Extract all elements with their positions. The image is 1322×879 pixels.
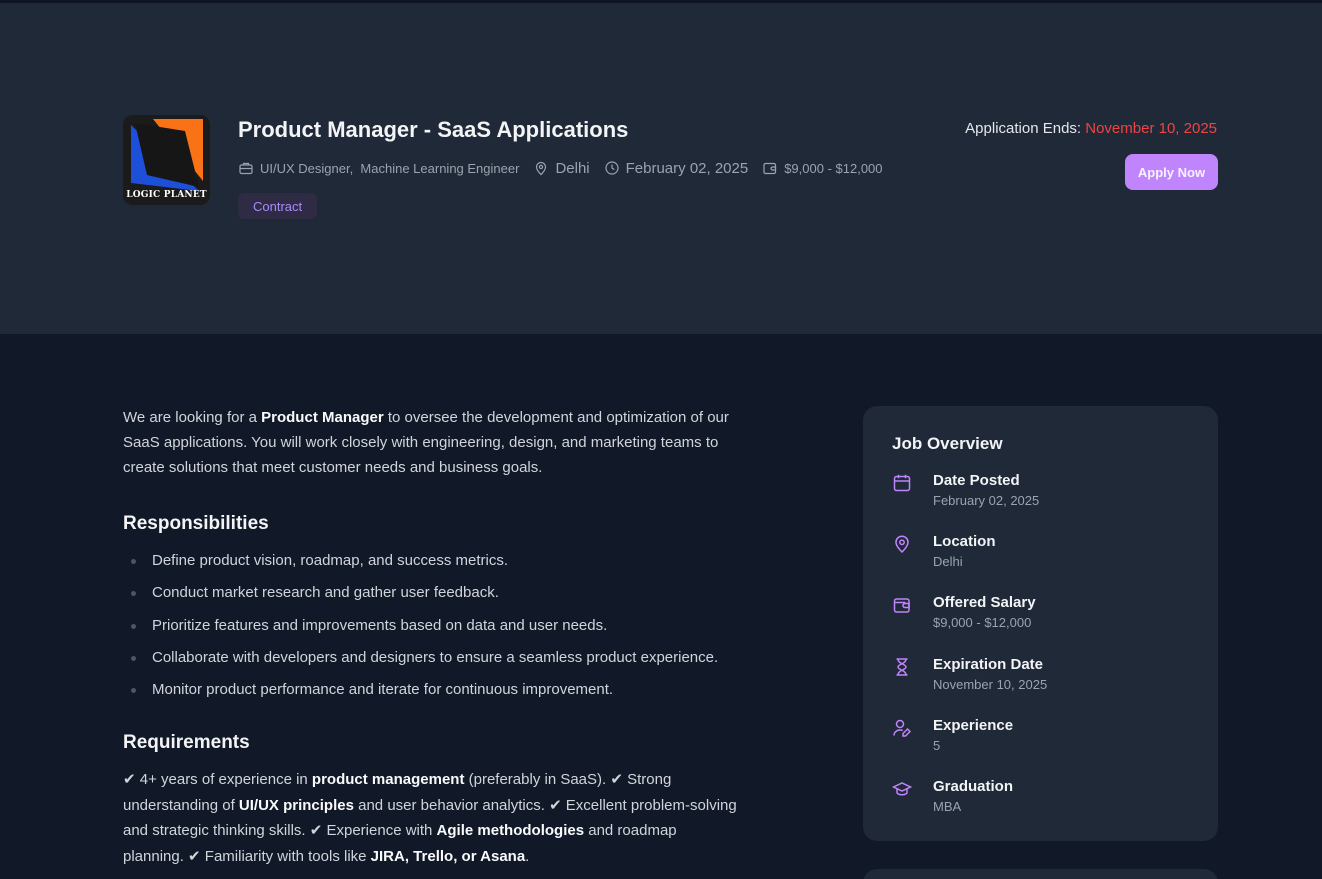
requirements-title: Requirements [123, 732, 250, 754]
job-meta: UI/UX Designer, Machine Learning Enginee… [238, 158, 897, 178]
meta-location-text: Delhi [555, 159, 590, 177]
overview-value: November 10, 2025 [933, 676, 1048, 692]
map-pin-icon [892, 533, 933, 594]
intro-text-1: We are looking for a [123, 409, 262, 426]
job-overview-title: Job Overview [892, 434, 1003, 453]
application-ends-label: Application Ends: [965, 120, 1082, 137]
overview-item-location: Location Delhi [892, 533, 1189, 594]
meta-categories-text: UI/UX Designer, Machine Learning Enginee… [260, 160, 520, 176]
overview-value: MBA [933, 798, 962, 814]
req-text: . [525, 847, 530, 865]
clock-icon [604, 160, 620, 176]
map-pin-icon [533, 160, 549, 176]
secondary-card [863, 869, 1218, 879]
overview-label: Graduation [933, 777, 1014, 795]
apply-now-button[interactable]: Apply Now [1125, 154, 1218, 190]
meta-salary-text: $9,000 - $12,000 [784, 160, 883, 176]
list-item: Prioritize features and improvements bas… [123, 613, 738, 645]
responsibilities-list: Define product vision, roadmap, and succ… [123, 548, 738, 709]
meta-location: Delhi [533, 159, 590, 177]
application-ends: Application Ends: November 10, 2025 [965, 120, 1217, 137]
requirements-paragraph: ✔ 4+ years of experience in product mana… [123, 767, 738, 869]
graduation-cap-icon [891, 778, 933, 839]
req-bold: Agile methodologies [436, 822, 585, 840]
company-logo: LOGIC PLANET [123, 115, 210, 205]
meta-categories: UI/UX Designer, Machine Learning Enginee… [238, 160, 519, 176]
job-type-badge: Contract [238, 193, 318, 219]
job-overview-card: Job Overview Date Posted February 02, 20… [863, 406, 1218, 841]
user-edit-icon [892, 717, 933, 778]
req-bold: product management [311, 771, 465, 789]
overview-label: Date Posted [933, 472, 1020, 489]
req-text: ✔ 4+ years of experience in [123, 771, 312, 789]
list-item: Collaborate with developers and designer… [123, 645, 738, 677]
hourglass-icon [892, 656, 933, 717]
overview-item-graduation: Graduation MBA [891, 777, 1189, 839]
overview-label: Expiration Date [933, 655, 1044, 673]
application-ends-date: November 10, 2025 [1085, 120, 1217, 137]
meta-posted-date-text: February 02, 2025 [625, 159, 749, 177]
list-item: Monitor product performance and iterate … [123, 677, 738, 709]
overview-item-date-posted: Date Posted February 02, 2025 [892, 472, 1189, 533]
overview-item-expiration-date: Expiration Date November 10, 2025 [892, 656, 1189, 717]
overview-value: Delhi [933, 554, 963, 570]
overview-label: Offered Salary [933, 594, 1036, 612]
overview-value: 5 [933, 737, 941, 753]
calendar-icon [892, 472, 933, 533]
wallet-icon [892, 594, 933, 655]
list-item: Conduct market research and gather user … [123, 580, 738, 612]
wallet-icon [762, 160, 778, 176]
overview-label: Experience [933, 716, 1014, 734]
overview-value: February 02, 2025 [933, 493, 1040, 508]
logo-text: LOGIC PLANET [126, 190, 207, 200]
responsibilities-title: Responsibilities [123, 513, 269, 534]
intro-paragraph: We are looking for a Product Manager to … [123, 405, 738, 480]
req-bold: JIRA, Trello, or Asana [370, 847, 526, 865]
briefcase-icon [238, 160, 254, 176]
intro-bold: Product Manager [261, 409, 384, 426]
req-bold: UI/UX principles [238, 796, 354, 814]
list-item: Define product vision, roadmap, and succ… [123, 548, 738, 580]
overview-value: $9,000 - $12,000 [933, 615, 1032, 631]
meta-posted-date: February 02, 2025 [604, 159, 749, 177]
overview-item-offered-salary: Offered Salary $9,000 - $12,000 [892, 594, 1189, 655]
job-description: We are looking for a Product Manager to … [123, 405, 738, 869]
overview-label: Location [933, 533, 996, 551]
job-title: Product Manager - SaaS Applications [238, 117, 629, 142]
meta-salary: $9,000 - $12,000 [762, 160, 883, 176]
overview-item-experience: Experience 5 [892, 717, 1189, 778]
